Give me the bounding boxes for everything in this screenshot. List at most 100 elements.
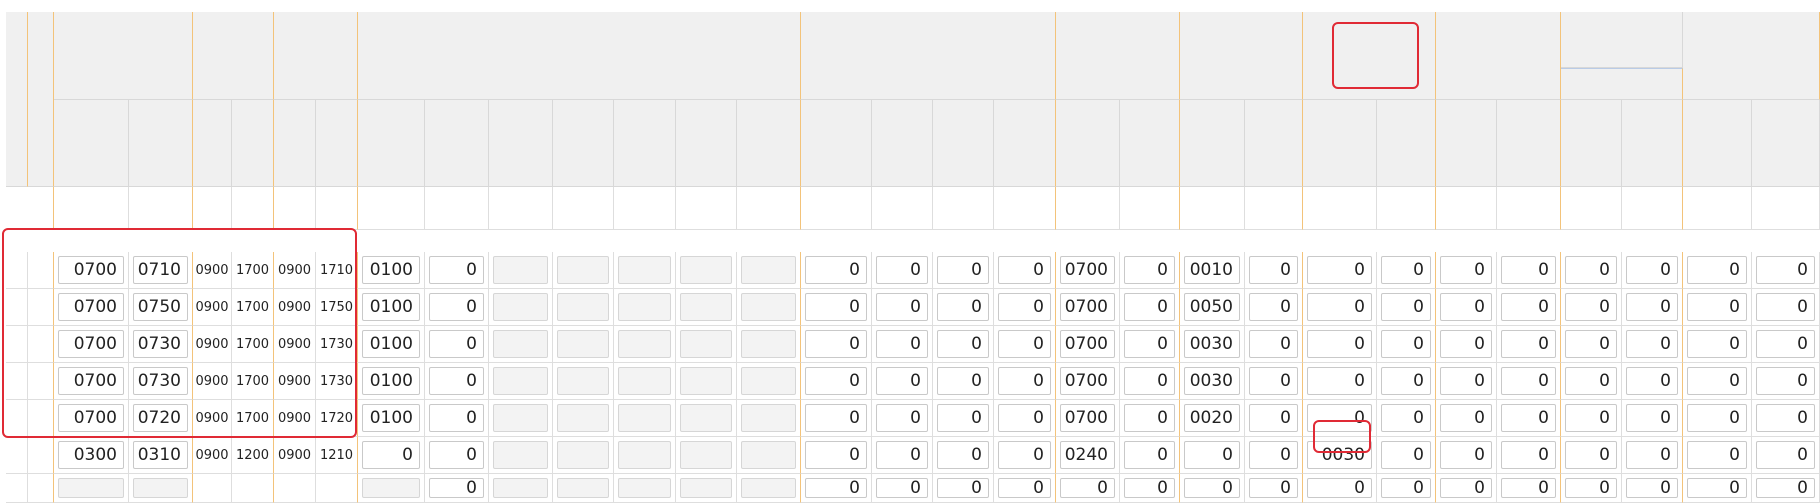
row-input[interactable]: 0: [1626, 330, 1678, 358]
row-input[interactable]: [557, 330, 609, 358]
row-input[interactable]: 0700: [1060, 404, 1115, 432]
row-input[interactable]: 0: [805, 256, 867, 284]
row-input[interactable]: 0: [1501, 478, 1556, 498]
row-cell[interactable]: 0310: [129, 437, 193, 474]
row-input[interactable]: 0: [1124, 478, 1175, 498]
row-cell[interactable]: 0: [1303, 252, 1377, 289]
row-cell[interactable]: 0: [1303, 326, 1377, 363]
row-input[interactable]: 0: [937, 293, 989, 321]
row-input[interactable]: 0: [1565, 404, 1617, 432]
row-cell[interactable]: 0: [1180, 474, 1245, 503]
row-cell[interactable]: 0100: [358, 326, 425, 363]
row-input[interactable]: 0: [1687, 256, 1747, 284]
row-input[interactable]: 0: [429, 478, 484, 498]
row-input[interactable]: 0: [1687, 441, 1747, 469]
row-cell[interactable]: 0730: [129, 363, 193, 400]
row-cell[interactable]: [614, 474, 676, 503]
row-input[interactable]: 0: [1440, 256, 1492, 284]
row-input[interactable]: 0: [429, 256, 484, 284]
row-input[interactable]: 0: [876, 478, 928, 498]
row-input[interactable]: 0: [1249, 367, 1298, 395]
row-input[interactable]: 0100: [362, 256, 420, 284]
row-cell[interactable]: 0: [1436, 289, 1497, 326]
row-input[interactable]: 0: [1060, 478, 1115, 498]
row-cell[interactable]: [676, 289, 737, 326]
row-input[interactable]: 0: [876, 293, 928, 321]
row-cell[interactable]: 0: [1120, 252, 1180, 289]
row-cell[interactable]: [553, 289, 614, 326]
row-cell[interactable]: 0: [1056, 474, 1120, 503]
row-cell[interactable]: 0: [1120, 326, 1180, 363]
row-cell[interactable]: 0: [1622, 437, 1683, 474]
row-input[interactable]: 0: [1381, 256, 1431, 284]
row-cell[interactable]: [614, 400, 676, 437]
row-cell[interactable]: 0: [1561, 326, 1622, 363]
row-input[interactable]: [557, 293, 609, 321]
row-cell[interactable]: 0: [1622, 363, 1683, 400]
row-cell[interactable]: 0: [1683, 252, 1752, 289]
row-input[interactable]: 0: [1565, 478, 1617, 498]
row-input[interactable]: 0: [1381, 293, 1431, 321]
row-cell[interactable]: 0: [933, 252, 994, 289]
row-input[interactable]: 0750: [133, 293, 188, 321]
row-cell[interactable]: 0: [1377, 474, 1436, 503]
row-cell[interactable]: 0: [872, 400, 933, 437]
row-input[interactable]: 0: [1381, 478, 1431, 498]
row-input[interactable]: 0: [805, 441, 867, 469]
row-cell[interactable]: 0: [1245, 326, 1303, 363]
row-input[interactable]: 0: [1501, 367, 1556, 395]
row-input[interactable]: 0: [1307, 293, 1372, 321]
row-cell[interactable]: [737, 252, 801, 289]
row-input[interactable]: [557, 441, 609, 469]
row-input[interactable]: 0: [1184, 478, 1240, 498]
row-input[interactable]: 0: [1501, 256, 1556, 284]
row-cell[interactable]: 0: [1436, 437, 1497, 474]
row-input[interactable]: 0: [1440, 478, 1492, 498]
row-input[interactable]: [493, 404, 548, 432]
row-input[interactable]: [493, 367, 548, 395]
row-input[interactable]: [618, 441, 671, 469]
row-input[interactable]: 0: [805, 330, 867, 358]
row-cell[interactable]: 0030: [1180, 363, 1245, 400]
row-cell[interactable]: [614, 289, 676, 326]
row-cell[interactable]: 0: [1377, 289, 1436, 326]
row-cell[interactable]: [553, 326, 614, 363]
row-input[interactable]: 0: [1124, 367, 1175, 395]
row-input[interactable]: 0: [362, 441, 420, 469]
row-cell[interactable]: 0: [1303, 400, 1377, 437]
row-cell[interactable]: 0: [1752, 400, 1820, 437]
row-cell[interactable]: 0: [425, 326, 489, 363]
row-input[interactable]: 0: [1501, 404, 1556, 432]
row-cell[interactable]: 0: [1683, 474, 1752, 503]
row-input[interactable]: 0: [937, 367, 989, 395]
row-input[interactable]: 0: [1501, 441, 1556, 469]
row-input[interactable]: 0: [1307, 404, 1372, 432]
row-cell[interactable]: [676, 326, 737, 363]
row-cell[interactable]: 0: [1497, 289, 1561, 326]
row-input[interactable]: 0: [1249, 404, 1298, 432]
row-input[interactable]: 0: [1249, 256, 1298, 284]
row-cell[interactable]: 0: [872, 289, 933, 326]
row-cell[interactable]: [676, 474, 737, 503]
row-input[interactable]: 0310: [133, 441, 188, 469]
row-input[interactable]: 0050: [1184, 293, 1240, 321]
row-cell[interactable]: 0: [1245, 474, 1303, 503]
row-cell[interactable]: 0: [933, 474, 994, 503]
row-input[interactable]: 0: [937, 330, 989, 358]
row-input[interactable]: [618, 293, 671, 321]
row-cell[interactable]: 0: [1622, 252, 1683, 289]
row-input[interactable]: 0700: [1060, 293, 1115, 321]
row-cell[interactable]: 0: [872, 474, 933, 503]
row-cell[interactable]: [737, 363, 801, 400]
row-cell[interactable]: [553, 474, 614, 503]
row-input[interactable]: 0: [1440, 404, 1492, 432]
row-cell[interactable]: 0: [1377, 326, 1436, 363]
row-input[interactable]: 0020: [1184, 404, 1240, 432]
row-cell[interactable]: 0: [1561, 363, 1622, 400]
row-input[interactable]: [680, 404, 732, 432]
row-input[interactable]: [557, 256, 609, 284]
row-input[interactable]: 0700: [1060, 367, 1115, 395]
row-input[interactable]: 0: [1501, 330, 1556, 358]
row-cell[interactable]: 0100: [358, 400, 425, 437]
row-cell[interactable]: 0: [801, 289, 872, 326]
